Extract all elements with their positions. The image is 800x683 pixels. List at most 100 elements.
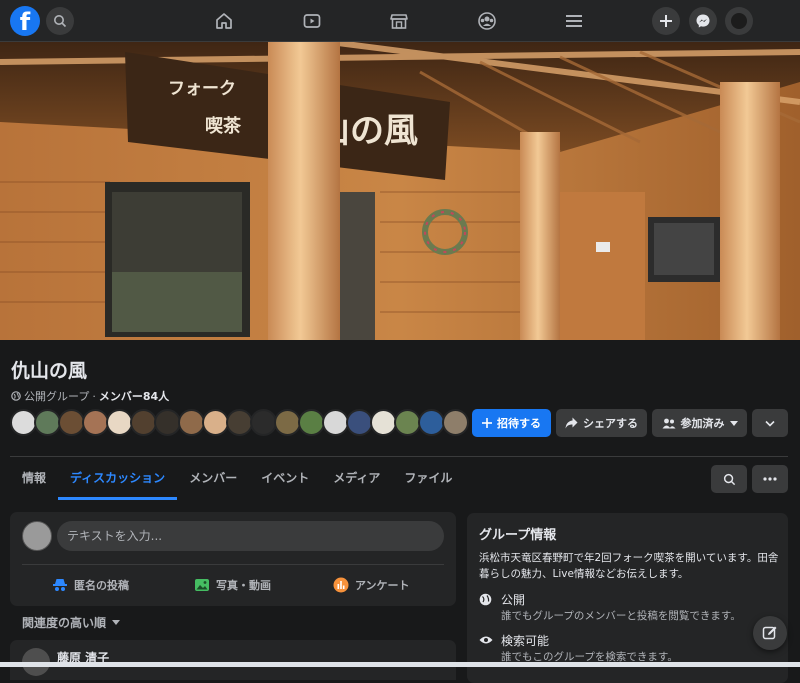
public-desc: 誰でもグループのメンバーと投稿を閲覧できます。 xyxy=(501,610,741,622)
facebook-logo[interactable]: f xyxy=(10,6,40,36)
eye-icon xyxy=(479,636,493,644)
poll-button[interactable]: アンケート xyxy=(333,572,410,598)
avatar[interactable] xyxy=(22,521,52,551)
photo-video-button[interactable]: 写真・動画 xyxy=(194,572,271,598)
watch-icon xyxy=(303,14,321,28)
globe-icon xyxy=(479,593,492,606)
share-label: シェアする xyxy=(583,417,638,430)
account-icon xyxy=(731,13,747,29)
avatar[interactable] xyxy=(442,409,469,436)
nav-home[interactable] xyxy=(211,9,237,33)
avatar[interactable] xyxy=(274,409,301,436)
composer-input[interactable]: テキストを入力... xyxy=(57,521,444,551)
nav-groups[interactable] xyxy=(474,9,500,33)
avatar[interactable] xyxy=(298,409,325,436)
sign-line2: 喫茶 xyxy=(205,115,242,137)
anonymous-icon xyxy=(53,579,67,591)
top-navigation-bar: f xyxy=(0,0,800,42)
share-icon xyxy=(565,417,578,429)
avatar[interactable] xyxy=(322,409,349,436)
avatar[interactable] xyxy=(34,409,61,436)
group-privacy: 公開グループ xyxy=(24,390,90,403)
poll-icon xyxy=(333,577,349,593)
tab-files[interactable]: ファイル xyxy=(392,458,464,500)
avatar[interactable] xyxy=(130,409,157,436)
poll-label: アンケート xyxy=(355,579,410,592)
avatar[interactable] xyxy=(10,409,37,436)
invite-button[interactable]: 招待する xyxy=(472,409,551,437)
compose-icon xyxy=(762,626,777,640)
nav-marketplace[interactable] xyxy=(386,9,412,33)
avatar[interactable] xyxy=(178,409,205,436)
public-title: 公開 xyxy=(501,593,526,607)
group-description: 浜松市天竜区春野町で年2回フォーク喫茶を開いています。田舎暮らしの魅力、Live… xyxy=(479,552,779,580)
group-search-button[interactable] xyxy=(711,465,747,493)
avatar[interactable] xyxy=(58,409,85,436)
anonymous-post-button[interactable]: 匿名の投稿 xyxy=(52,572,129,598)
avatar[interactable] xyxy=(394,409,421,436)
avatar[interactable] xyxy=(346,409,373,436)
feed-post: 藤原 清子 xyxy=(10,640,456,680)
plus-icon xyxy=(660,15,672,27)
os-taskbar xyxy=(0,662,800,667)
search-button[interactable] xyxy=(46,7,74,35)
avatar[interactable] xyxy=(202,409,229,436)
group-info-title: グループ情報 xyxy=(479,528,557,543)
photo-icon xyxy=(195,579,209,591)
cover-photo-illustration: フォーク 喫茶 仇山の風 xyxy=(0,42,800,340)
tab-discussion[interactable]: ディスカッション xyxy=(58,458,178,500)
avatar[interactable] xyxy=(250,409,277,436)
chevron-down-icon xyxy=(765,420,775,427)
feed-sort-dropdown[interactable]: 関連度の高い順 xyxy=(22,614,121,631)
cover-photo: フォーク 喫茶 仇山の風 xyxy=(0,42,800,340)
joined-dropdown[interactable]: 参加済み xyxy=(652,409,747,437)
tab-media[interactable]: メディア xyxy=(321,458,392,500)
home-icon xyxy=(216,13,232,29)
sign-line1: フォーク xyxy=(168,79,236,99)
group-name: 仇山の風 xyxy=(11,360,88,382)
tab-about[interactable]: 情報 xyxy=(10,458,58,500)
tab-members[interactable]: メンバー xyxy=(177,458,249,500)
new-message-button[interactable] xyxy=(753,616,787,650)
messenger-icon xyxy=(696,14,710,28)
groups-icon xyxy=(478,12,496,30)
photo-video-label: 写真・動画 xyxy=(216,579,271,592)
searchable-title: 検索可能 xyxy=(501,634,550,648)
people-icon xyxy=(662,418,675,428)
group-tabs: 情報 ディスカッション メンバー イベント メディア ファイル xyxy=(10,458,464,500)
plus-icon xyxy=(482,418,492,428)
nav-menu[interactable] xyxy=(561,9,587,33)
avatar[interactable] xyxy=(154,409,181,436)
sort-label: 関連度の高い順 xyxy=(22,616,107,630)
messenger-button[interactable] xyxy=(689,7,717,35)
create-button[interactable] xyxy=(652,7,680,35)
group-member-count[interactable]: メンバー84人 xyxy=(99,388,169,404)
anon-post-label: 匿名の投稿 xyxy=(74,579,129,592)
avatar[interactable] xyxy=(82,409,109,436)
more-actions-button[interactable] xyxy=(752,409,788,437)
avatar[interactable] xyxy=(418,409,445,436)
account-button[interactable] xyxy=(725,7,753,35)
avatar[interactable] xyxy=(370,409,397,436)
header-divider xyxy=(10,456,788,457)
group-meta: 公開グループ · メンバー84人 xyxy=(11,388,169,404)
share-button[interactable]: シェアする xyxy=(556,409,647,437)
member-avatars[interactable] xyxy=(10,409,469,437)
group-info-card: グループ情報 浜松市天竜区春野町で年2回フォーク喫茶を開いています。田舎暮らしの… xyxy=(467,513,788,683)
meta-separator: · xyxy=(92,389,96,403)
more-icon xyxy=(763,477,777,481)
invite-label: 招待する xyxy=(497,417,541,430)
tab-events[interactable]: イベント xyxy=(249,458,321,500)
joined-label: 参加済み xyxy=(680,417,725,430)
avatar[interactable] xyxy=(226,409,253,436)
avatar[interactable] xyxy=(106,409,133,436)
menu-icon xyxy=(566,15,582,27)
caret-down-icon xyxy=(112,620,121,625)
nav-watch[interactable] xyxy=(299,9,325,33)
composer-divider xyxy=(22,564,444,565)
post-composer: テキストを入力... 匿名の投稿 写真・動画 アンケート xyxy=(10,512,456,606)
group-more-button[interactable] xyxy=(752,465,788,493)
globe-icon xyxy=(11,391,21,401)
search-icon xyxy=(723,473,735,485)
marketplace-icon xyxy=(390,14,408,29)
